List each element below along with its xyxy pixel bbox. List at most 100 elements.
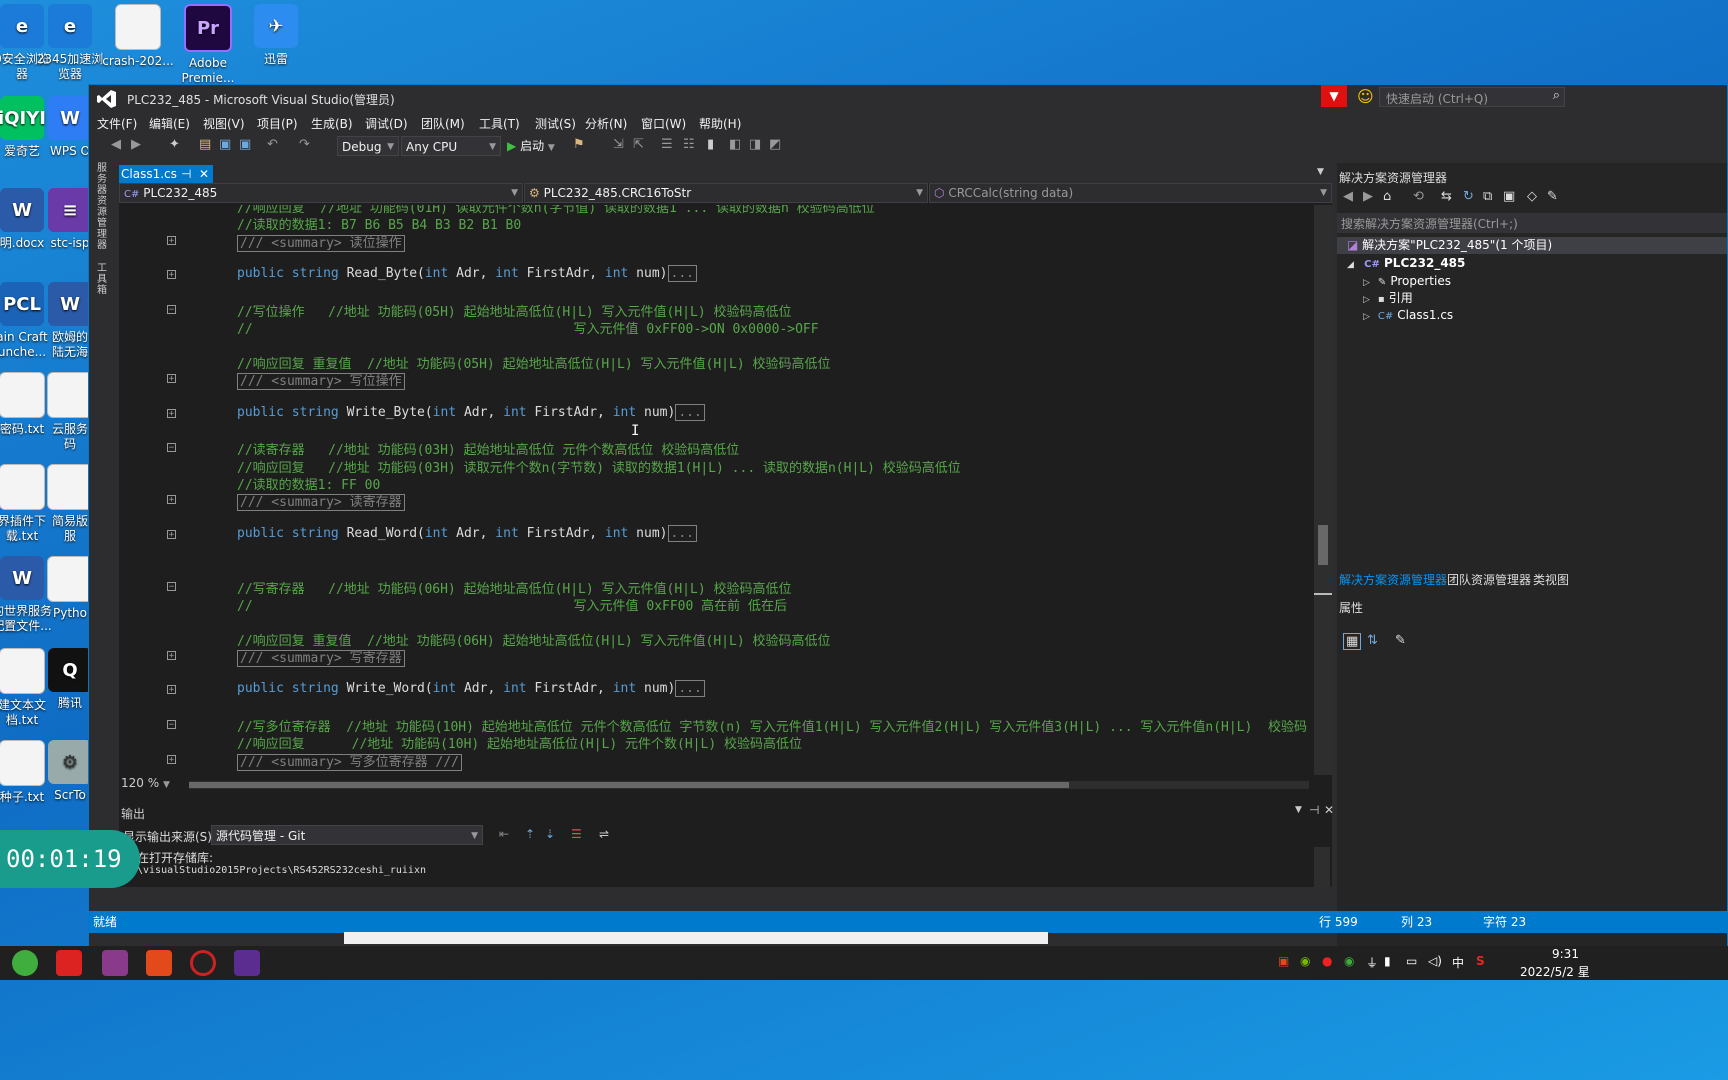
new-project-icon[interactable]: ✦: [169, 137, 180, 152]
menu-item[interactable]: 编辑(E): [149, 115, 190, 132]
menu-item[interactable]: 团队(M): [421, 115, 465, 132]
hscroll-thumb[interactable]: [189, 782, 1069, 788]
feedback-smiley-icon[interactable]: ☺: [1357, 87, 1374, 106]
visual-studio-taskbar-icon[interactable]: [234, 950, 260, 976]
fold-toggle-icon[interactable]: −: [167, 443, 176, 453]
fold-toggle-icon[interactable]: +: [167, 409, 176, 419]
step-over-icon[interactable]: ⇱: [633, 137, 644, 152]
bookmark-prev-icon[interactable]: ◧: [729, 137, 741, 152]
platform-dropdown[interactable]: Any CPU ▼: [401, 136, 501, 156]
output-scrollbar[interactable]: [1314, 847, 1330, 887]
side-tab-server-explorer[interactable]: 服务器资源管理器: [97, 163, 111, 251]
fold-toggle-icon[interactable]: +: [167, 495, 176, 505]
solution-bottom-tab[interactable]: 团队资源管理器: [1447, 571, 1531, 589]
solution-bottom-tab[interactable]: 解决方案资源管理器: [1339, 571, 1447, 589]
code-area[interactable]: //响应回复 //地址 功能码(01H) 读取元件个数n(字节值) 读取的数据1…: [119, 205, 1314, 835]
ime-indicator[interactable]: 中: [1452, 954, 1464, 971]
save-icon[interactable]: ▣: [219, 137, 231, 152]
collapse-arrow-icon[interactable]: ▷: [1363, 312, 1370, 322]
close-tab-icon[interactable]: ✕: [199, 165, 209, 183]
view-code-icon[interactable]: ◇: [1527, 189, 1537, 204]
collapsed-body-indicator[interactable]: ...: [675, 680, 705, 697]
bookmark-clear-icon[interactable]: ◩: [769, 137, 781, 152]
sol-back-icon[interactable]: ◀: [1343, 189, 1353, 204]
nav-member-dropdown[interactable]: ⬡ CRCCalc(string data) ▼: [929, 183, 1332, 203]
fold-toggle-icon[interactable]: +: [167, 755, 176, 765]
quick-launch-input[interactable]: 快速启动 (Ctrl+Q) ⌕: [1379, 87, 1565, 107]
history-icon[interactable]: ⟲: [1413, 189, 1424, 204]
comment-icon[interactable]: ☰: [661, 137, 673, 152]
solution-search-input[interactable]: 搜索解决方案资源管理器(Ctrl+;): [1337, 213, 1727, 233]
wps-taskbar-icon[interactable]: [56, 950, 82, 976]
desktop-icon[interactable]: Pr Adobe Premie...: [170, 4, 246, 86]
output-text-area[interactable]: 在打开存储库: \visualStudio2015Projects\RS452R…: [119, 847, 1332, 887]
fold-toggle-icon[interactable]: −: [167, 720, 176, 730]
menu-item[interactable]: 帮助(H): [699, 115, 741, 132]
usb-tray-icon[interactable]: ⏚: [1366, 954, 1378, 971]
property-pages-icon[interactable]: ✎: [1395, 633, 1406, 648]
menu-item[interactable]: 文件(F): [97, 115, 137, 132]
desktop-icon[interactable]: e 2345加速浏 览器: [32, 4, 108, 82]
code-editor[interactable]: C# PLC232_485 ▼ ⚙ PLC232_485.CRC16ToStr …: [119, 183, 1332, 863]
uncomment-icon[interactable]: ☷: [683, 137, 695, 152]
editor-horizontal-scrollbar[interactable]: [189, 781, 1309, 789]
attach-icon[interactable]: ⚑: [573, 137, 585, 152]
panel-close-icon[interactable]: ✕: [1324, 803, 1334, 817]
sync-icon[interactable]: ⇆: [1441, 189, 1452, 204]
menu-item[interactable]: 测试(S): [535, 115, 576, 132]
clock-time[interactable]: 9:31: [1552, 947, 1579, 961]
clear-all-icon[interactable]: ☰: [571, 827, 582, 841]
solution-root-item[interactable]: ◪ 解决方案"PLC232_485"(1 个项目): [1337, 237, 1727, 254]
collapsed-body-indicator[interactable]: ...: [667, 525, 697, 542]
mic-tray-icon[interactable]: ▮: [1384, 954, 1391, 968]
configuration-dropdown[interactable]: Debug ▼: [337, 136, 399, 156]
categorized-icon[interactable]: ▦: [1343, 633, 1362, 650]
step-into-icon[interactable]: ⇲: [613, 137, 624, 152]
project-item[interactable]: ◢ C# PLC232_485: [1337, 255, 1727, 272]
menu-item[interactable]: 工具(T): [479, 115, 520, 132]
fold-toggle-icon[interactable]: +: [167, 270, 176, 280]
bookmark-icon[interactable]: ▮: [707, 137, 714, 152]
desktop-icon[interactable]: crash-202...: [100, 4, 176, 69]
editor-vertical-scrollbar[interactable]: [1314, 205, 1332, 775]
solution-tree-item[interactable]: ▷ ✎ Properties: [1337, 273, 1727, 290]
alphabetical-icon[interactable]: ⇅: [1367, 633, 1378, 648]
fold-toggle-icon[interactable]: −: [167, 582, 176, 592]
sol-forward-icon[interactable]: ▶: [1363, 189, 1373, 204]
desktop-icon[interactable]: ✈ 迅雷: [238, 4, 314, 67]
nvidia-tray-icon[interactable]: ◉: [1300, 954, 1310, 968]
notification-flag-icon[interactable]: ▼: [1321, 85, 1347, 107]
collapsed-body-indicator[interactable]: ...: [675, 404, 705, 421]
collapse-arrow-icon[interactable]: ▷: [1363, 278, 1370, 288]
menu-item[interactable]: 项目(P): [257, 115, 298, 132]
collapse-icon[interactable]: ⧉: [1483, 189, 1492, 204]
menu-item[interactable]: 分析(N): [585, 115, 627, 132]
save-all-icon[interactable]: ▣: [239, 137, 251, 152]
fold-toggle-icon[interactable]: +: [167, 651, 176, 661]
zoom-dropdown[interactable]: 120 % ▼: [119, 775, 185, 791]
solution-bottom-tab[interactable]: 类视图: [1533, 571, 1569, 589]
fold-toggle-icon[interactable]: +: [167, 530, 176, 540]
shield-tray-icon[interactable]: ◉: [1344, 954, 1354, 968]
solution-tree-item[interactable]: ▷ C# Class1.cs: [1337, 307, 1727, 324]
panel-pin-icon[interactable]: ⊣: [1309, 803, 1319, 817]
nav-class-dropdown[interactable]: ⚙ PLC232_485.CRC16ToStr ▼: [524, 183, 928, 203]
next-message-icon[interactable]: ⇣: [545, 827, 555, 841]
undo-icon[interactable]: ↶: [267, 137, 278, 152]
fold-toggle-icon[interactable]: +: [167, 236, 176, 246]
find-message-icon[interactable]: ⇤: [499, 827, 509, 841]
office-taskbar-icon[interactable]: [146, 950, 172, 976]
browser-360-taskbar-icon[interactable]: [12, 950, 38, 976]
forward-icon[interactable]: ▶: [131, 137, 141, 152]
collapse-arrow-icon[interactable]: ▷: [1363, 295, 1370, 305]
start-debug-button[interactable]: ▶ 启动 ▼: [507, 137, 555, 154]
side-tab-toolbox[interactable]: 工具箱: [97, 263, 111, 296]
office-tray-icon[interactable]: ▣: [1278, 954, 1289, 968]
show-files-icon[interactable]: ▣: [1503, 189, 1515, 204]
tab-overflow-icon[interactable]: ▼: [1317, 167, 1324, 177]
fold-toggle-icon[interactable]: −: [167, 305, 176, 315]
refresh-icon[interactable]: ↻: [1463, 189, 1474, 204]
menu-item[interactable]: 窗口(W): [641, 115, 686, 132]
bookmark-next-icon[interactable]: ◨: [749, 137, 761, 152]
prev-message-icon[interactable]: ⇡: [525, 827, 535, 841]
